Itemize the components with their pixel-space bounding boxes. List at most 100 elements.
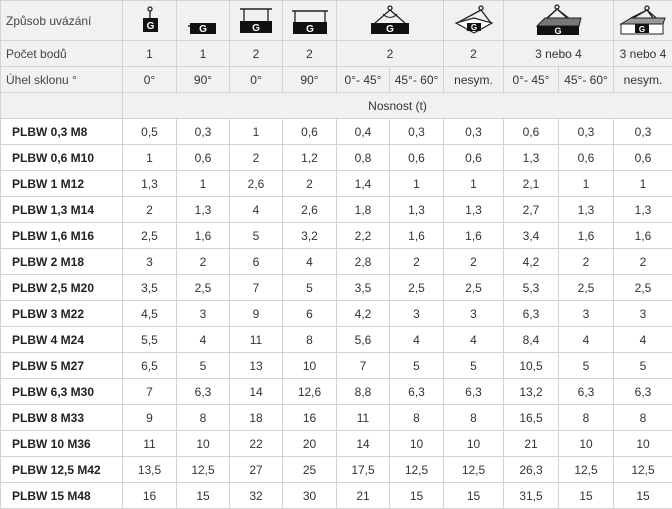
capacity-cell: 0,5 (123, 119, 177, 145)
capacity-cell: 0,3 (444, 119, 504, 145)
capacity-cell: 4,2 (337, 301, 390, 327)
capacity-cell: 13,2 (504, 379, 559, 405)
angle-label: Úhel sklonu ° (1, 67, 123, 93)
capacity-cell: 0,6 (390, 145, 444, 171)
model-cell: PLBW 15 M48 (1, 483, 123, 509)
capacity-cell: 20 (283, 431, 337, 457)
capacity-cell: 6,3 (444, 379, 504, 405)
two-point-horizontal-lift-icon: G (283, 1, 337, 41)
table-row: PLBW 12,5 M4213,512,5272517,512,512,526,… (1, 457, 672, 483)
model-cell: PLBW 1,6 M16 (1, 223, 123, 249)
capacity-cell: 27 (230, 457, 283, 483)
capacity-cell: 5,5 (123, 327, 177, 353)
capacity-cell: 6,3 (614, 379, 672, 405)
weight-g-label: G (470, 23, 476, 32)
weight-g-label: G (199, 24, 207, 35)
capacity-cell: 1,6 (614, 223, 672, 249)
capacity-cell: 8 (559, 405, 614, 431)
capacity-cell: 12,5 (559, 457, 614, 483)
capacity-cell: 1 (123, 145, 177, 171)
capacity-cell: 2,5 (123, 223, 177, 249)
angle-cell: 0°- 45° (337, 67, 390, 93)
capacity-cell: 7 (230, 275, 283, 301)
capacity-cell: 31,5 (504, 483, 559, 509)
capacity-cell: 2 (559, 249, 614, 275)
weight-g-label: G (252, 23, 260, 34)
method-label: Způsob uvázání (1, 1, 123, 41)
capacity-cell: 2,5 (390, 275, 444, 301)
angle-cell: 90° (283, 67, 337, 93)
points-cell: 1 (123, 41, 177, 67)
capacity-cell: 10 (177, 431, 230, 457)
model-cell: PLBW 6,3 M30 (1, 379, 123, 405)
capacity-cell: 1,8 (337, 197, 390, 223)
capacity-cell: 32 (230, 483, 283, 509)
capacity-cell: 2 (444, 249, 504, 275)
capacity-cell: 15 (559, 483, 614, 509)
capacity-cell: 8 (177, 405, 230, 431)
table-row: PLBW 0,6 M1010,621,20,80,60,61,30,60,6 (1, 145, 672, 171)
capacity-cell: 11 (230, 327, 283, 353)
capacity-cell: 1,4 (337, 171, 390, 197)
capacity-cell: 1,3 (390, 197, 444, 223)
capacity-row: Nosnost (t) (1, 93, 672, 119)
load-capacity-table: Způsob uvázání G G (0, 0, 672, 509)
capacity-cell: 12,5 (177, 457, 230, 483)
capacity-cell: 3,2 (283, 223, 337, 249)
three-four-leg-sling-icon: G (504, 1, 614, 41)
capacity-cell: 30 (283, 483, 337, 509)
single-point-horizontal-lift-icon: G (177, 1, 230, 41)
points-cell: 2 (444, 41, 504, 67)
capacity-cell: 2,2 (337, 223, 390, 249)
capacity-cell: 1,6 (444, 223, 504, 249)
capacity-cell: 2,5 (559, 275, 614, 301)
points-cell: 2 (337, 41, 444, 67)
capacity-cell: 14 (337, 431, 390, 457)
capacity-cell: 11 (337, 405, 390, 431)
points-cell: 1 (177, 41, 230, 67)
capacity-cell: 5 (177, 353, 230, 379)
capacity-cell: 22 (230, 431, 283, 457)
capacity-cell: 1 (230, 119, 283, 145)
capacity-cell: 8 (614, 405, 672, 431)
capacity-cell: 15 (177, 483, 230, 509)
capacity-cell: 6 (283, 301, 337, 327)
model-cell: PLBW 0,6 M10 (1, 145, 123, 171)
capacity-cell: 21 (504, 431, 559, 457)
capacity-cell: 4 (177, 327, 230, 353)
capacity-cell: 8,4 (504, 327, 559, 353)
model-cell: PLBW 3 M22 (1, 301, 123, 327)
capacity-cell: 2 (283, 171, 337, 197)
table-row: PLBW 6,3 M3076,31412,68,86,36,313,26,36,… (1, 379, 672, 405)
capacity-cell: 3 (559, 301, 614, 327)
capacity-cell: 10 (614, 431, 672, 457)
capacity-cell: 4 (390, 327, 444, 353)
capacity-cell: 12,5 (614, 457, 672, 483)
capacity-cell: 3,4 (504, 223, 559, 249)
capacity-cell: 9 (123, 405, 177, 431)
points-label: Počet bodů (1, 41, 123, 67)
capacity-cell: 8 (444, 405, 504, 431)
capacity-cell: 1,3 (504, 145, 559, 171)
capacity-cell: 1 (614, 171, 672, 197)
capacity-cell: 2 (614, 249, 672, 275)
capacity-cell: 7 (123, 379, 177, 405)
capacity-cell: 10 (390, 431, 444, 457)
table-row: PLBW 8 M33981816118816,588 (1, 405, 672, 431)
capacity-cell: 0,3 (614, 119, 672, 145)
capacity-cell: 2,8 (337, 249, 390, 275)
capacity-cell: 6,3 (504, 301, 559, 327)
table-row: PLBW 4 M245,541185,6448,444 (1, 327, 672, 353)
capacity-cell: 1 (390, 171, 444, 197)
capacity-cell: 1 (559, 171, 614, 197)
capacity-cell: 3 (614, 301, 672, 327)
capacity-cell: 1,3 (123, 171, 177, 197)
capacity-cell: 0,3 (177, 119, 230, 145)
capacity-cell: 8 (390, 405, 444, 431)
capacity-cell: 18 (230, 405, 283, 431)
weight-g-label: G (306, 24, 314, 35)
capacity-cell: 4 (230, 197, 283, 223)
capacity-cell: 16,5 (504, 405, 559, 431)
points-cell: 3 nebo 4 (504, 41, 614, 67)
table-row: PLBW 1,6 M162,51,653,22,21,61,63,41,61,6 (1, 223, 672, 249)
